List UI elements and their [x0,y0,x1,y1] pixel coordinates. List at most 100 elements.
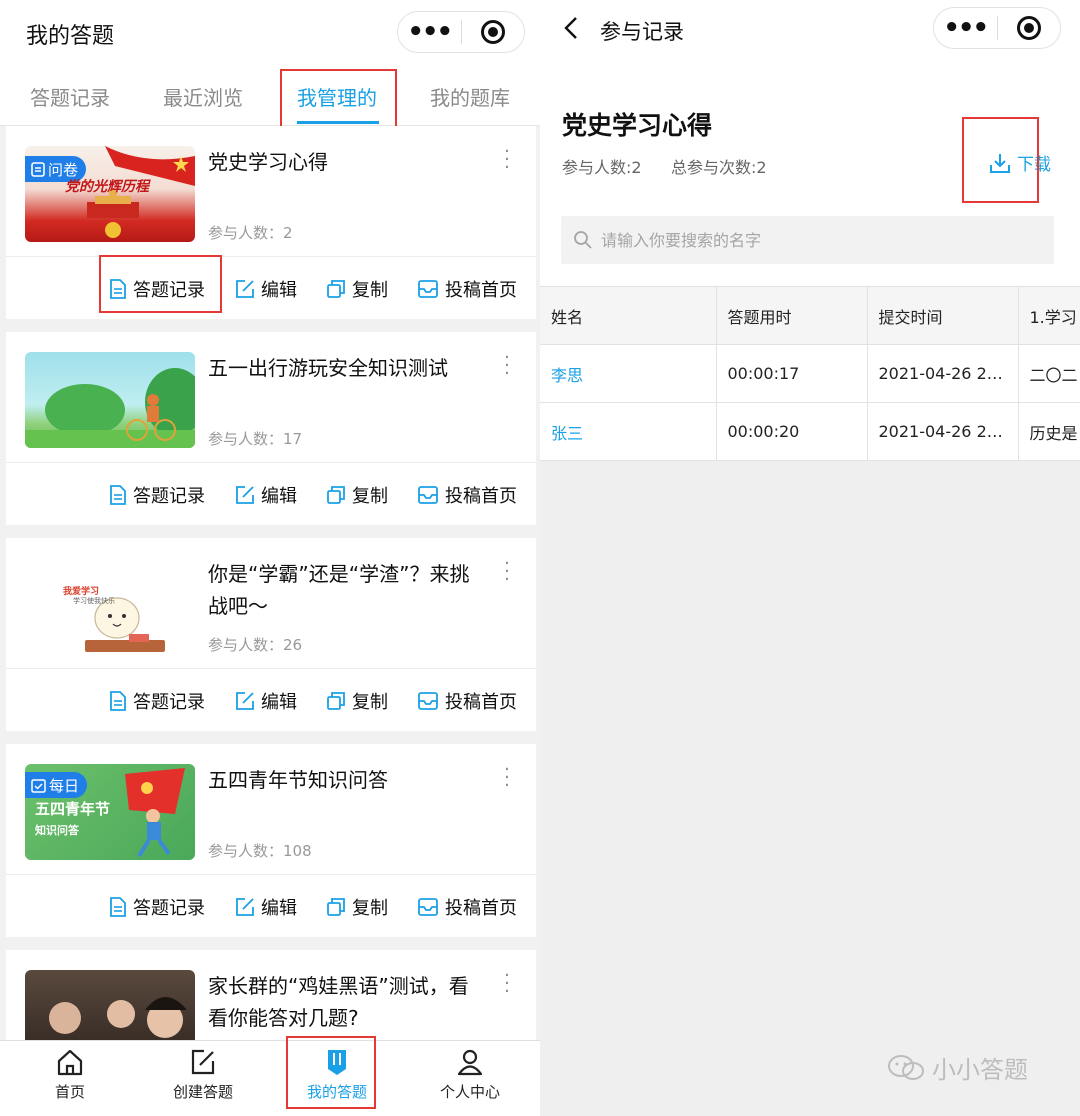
action-label: 投稿首页 [445,692,517,713]
quiz-title[interactable]: 家长群的“鸡娃黑语”测试，看看你能答对几题? [208,970,488,1034]
edit-button[interactable]: 编辑 [235,276,297,302]
quiz-card[interactable]: 问卷 党的光辉历程 党史学习心得 · · · 参与人数：2 答题记录 编辑 复制 投… [6,126,536,319]
header-question-1[interactable]: 1.学习 [1017,286,1080,345]
edit-icon [236,898,254,916]
copy-button[interactable]: 复制 [326,276,388,302]
copy-button[interactable]: 复制 [326,482,388,508]
copy-icon [327,692,345,710]
highlight-box [286,1036,376,1109]
edit-button[interactable]: 编辑 [235,482,297,508]
bottom-nav: 首页 创建答题 我的答题 个人中心 [0,1040,540,1116]
more-vertical-icon[interactable]: · · · [502,967,512,1001]
quiz-title[interactable]: 五四青年节知识问答 [208,764,488,796]
mini-program-capsule: ••• [397,11,525,53]
nav-profile[interactable]: 个人中心 [420,1047,520,1102]
thumb-caption: 学习使我快乐 [73,597,115,605]
action-label: 投稿首页 [445,280,517,301]
nav-create[interactable]: 创建答题 [153,1047,253,1102]
inbox-icon [418,280,438,298]
table-cell: 2021-04-26 2… [866,402,1019,461]
divider [6,874,536,875]
tab-bar: 答题记录 最近浏览 我管理的 我的题库 [0,64,540,126]
my-quizzes-screen: 我的答题 ••• 答题记录 最近浏览 我管理的 我的题库 问卷 党的光辉历程 党… [0,0,540,1116]
header-duration[interactable]: 答题用时 [715,286,868,345]
user-icon [457,1049,483,1076]
tab-records[interactable]: 答题记录 [30,82,110,111]
quiz-card[interactable]: 我爱学习 学习使我快乐 你是“学霸”还是“学渣”？来挑战吧～ · · · 参与人数：… [6,538,536,731]
copy-icon [327,486,345,504]
watermark-text: 小小答题 [932,1056,1028,1084]
wechat-icon [888,1054,924,1080]
table-cell: 00:00:17 [715,344,868,403]
action-label: 答题记录 [133,692,205,713]
edit-icon [236,692,254,710]
quiz-title[interactable]: 党史学习心得 [208,146,488,178]
badge-label: 每日 [49,776,80,795]
more-vertical-icon[interactable]: · · · [502,143,512,177]
edit-icon [236,486,254,504]
more-vertical-icon[interactable]: · · · [502,761,512,795]
edit-button[interactable]: 编辑 [235,894,297,920]
quiz-title[interactable]: 五一出行游玩安全知识测试 [208,352,488,384]
more-icon[interactable]: ••• [398,19,461,45]
tab-recent[interactable]: 最近浏览 [163,82,243,111]
search-input[interactable] [601,230,1021,250]
quiz-thumbnail: 每日 五四青年节 知识问答 [25,764,195,860]
thumbnail-art [85,597,165,652]
back-button[interactable] [564,16,578,44]
table-cell: 00:00:20 [715,402,868,461]
search-icon [574,231,592,249]
close-miniprogram-button[interactable] [461,20,524,44]
records-table: 姓名 答题用时 提交时间 1.学习 李思 00:00:17 2021-04-26… [540,286,1080,461]
action-label: 答题记录 [133,486,205,507]
more-vertical-icon[interactable]: · · · [502,349,512,383]
nav-label: 首页 [54,1083,85,1101]
quiz-title[interactable]: 你是“学霸”还是“学渣”？来挑战吧～ [208,558,488,622]
more-vertical-icon[interactable]: · · · [502,555,512,589]
publish-button[interactable]: 投稿首页 [417,894,517,920]
document-icon [110,691,126,711]
copy-button[interactable]: 复制 [326,894,388,920]
close-miniprogram-button[interactable] [997,16,1060,40]
page-title: 我的答题 [26,24,115,49]
participant-name-link[interactable]: 李思 [540,344,717,403]
copy-icon [327,898,345,916]
records-button[interactable]: 答题记录 [109,894,205,920]
target-icon [480,20,505,44]
quiz-thumbnail [25,352,195,448]
participant-name-link[interactable]: 张三 [540,402,717,461]
action-label: 答题记录 [133,898,205,919]
action-label: 编辑 [261,692,297,713]
participant-count: 参与人数：2 [208,224,293,242]
more-icon[interactable]: ••• [934,15,997,41]
quiz-thumbnail: 问卷 党的光辉历程 [25,146,195,242]
records-button[interactable]: 答题记录 [109,688,205,714]
publish-button[interactable]: 投稿首页 [417,482,517,508]
table-cell: 历史是 [1017,402,1080,461]
edit-button[interactable]: 编辑 [235,688,297,714]
header-submit-time[interactable]: 提交时间 [866,286,1019,345]
action-label: 编辑 [261,280,297,301]
publish-button[interactable]: 投稿首页 [417,688,517,714]
chevron-left-icon [564,17,577,39]
table-cell: 二〇二 [1017,344,1080,403]
copy-button[interactable]: 复制 [326,688,388,714]
mini-program-capsule: ••• [933,7,1061,49]
divider [6,668,536,669]
action-label: 投稿首页 [445,486,517,507]
header-name[interactable]: 姓名 [540,286,717,345]
action-label: 复制 [352,692,388,713]
table-row[interactable]: 张三 00:00:20 2021-04-26 2… 历史是 [540,402,1080,461]
table-row[interactable]: 李思 00:00:17 2021-04-26 2… 二〇二 [540,344,1080,403]
publish-button[interactable]: 投稿首页 [417,276,517,302]
quiz-card[interactable]: 每日 五四青年节 知识问答 五四青年节知识问答 · · · 参与人数：108 答题记… [6,744,536,937]
edit-icon [191,1049,215,1075]
records-button[interactable]: 答题记录 [109,482,205,508]
action-label: 复制 [352,898,388,919]
top-bar: 我的答题 ••• [0,0,540,64]
quiz-title: 党史学习心得 [562,111,713,140]
participant-count: 参与人数：26 [208,636,303,654]
quiz-card[interactable]: 五一出行游玩安全知识测试 · · · 参与人数：17 答题记录 编辑 复制 投稿首页 [6,332,536,525]
tab-bank[interactable]: 我的题库 [430,82,510,111]
nav-home[interactable]: 首页 [20,1047,120,1102]
